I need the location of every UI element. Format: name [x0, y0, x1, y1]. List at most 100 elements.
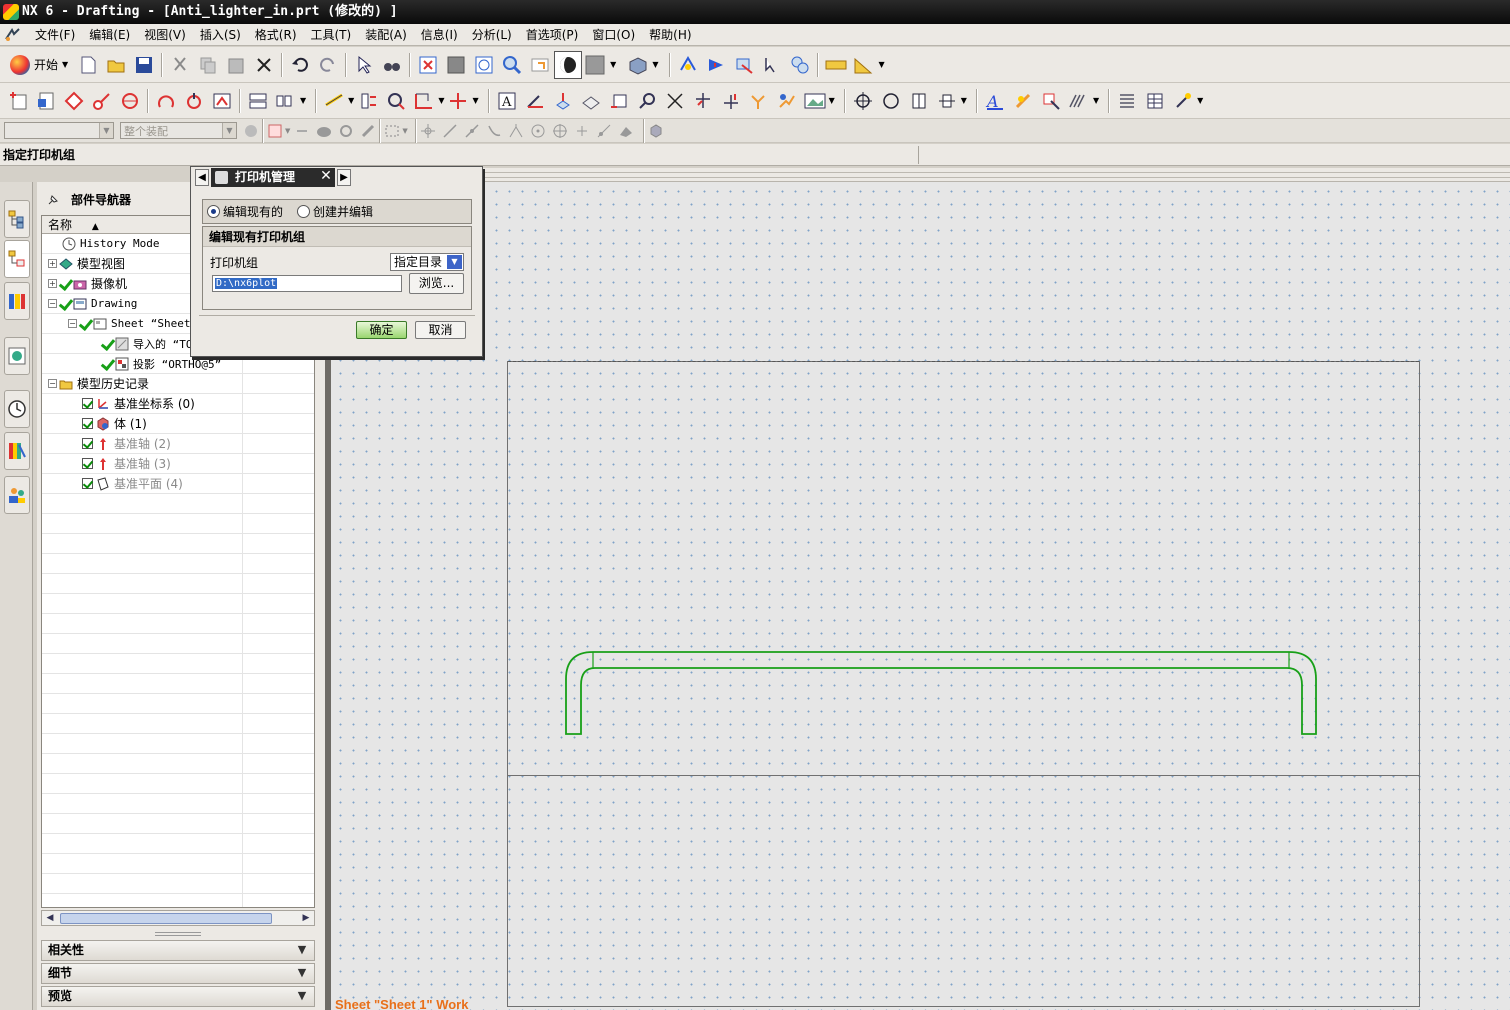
- cancel-button[interactable]: 取消: [415, 321, 466, 339]
- menu-help[interactable]: 帮助(H): [642, 25, 698, 45]
- projected-view-button[interactable]: [116, 87, 144, 115]
- copy-button[interactable]: [194, 51, 222, 79]
- tree-row-datum-axis-2[interactable]: 基准轴 (2): [42, 434, 314, 454]
- zoom-in-button[interactable]: [498, 51, 526, 79]
- update-views-button[interactable]: [244, 87, 272, 115]
- fit-button[interactable]: [414, 51, 442, 79]
- new-button[interactable]: [74, 51, 102, 79]
- undo-button[interactable]: [286, 51, 314, 79]
- printer-path-input[interactable]: D:\nx6plot: [212, 275, 402, 292]
- snap-arc-center-icon[interactable]: [530, 123, 546, 139]
- snap-intersection-icon[interactable]: [508, 123, 524, 139]
- scrollbar-thumb[interactable]: [60, 913, 272, 924]
- menu-analysis[interactable]: 分析(L): [465, 25, 519, 45]
- tool-select-icon[interactable]: [360, 123, 376, 139]
- base-view-button[interactable]: [88, 87, 116, 115]
- close-icon[interactable]: ✕: [317, 169, 335, 185]
- snap-quadrant-icon[interactable]: [552, 123, 568, 139]
- shaded-button[interactable]: [554, 50, 583, 79]
- move-view-button[interactable]: [933, 87, 961, 115]
- selection-tool-4-button[interactable]: [758, 51, 786, 79]
- save-button[interactable]: [130, 51, 158, 79]
- selection-tool-3-button[interactable]: [730, 51, 758, 79]
- render-style-button[interactable]: [378, 51, 406, 79]
- radius-dim-button[interactable]: [382, 87, 410, 115]
- details-section[interactable]: 细节 ▼: [41, 963, 315, 984]
- type-filter-combo[interactable]: ▼: [4, 122, 114, 139]
- menu-preferences[interactable]: 首选项(P): [519, 25, 586, 45]
- display-sheet-button[interactable]: [60, 87, 88, 115]
- chevron-right-icon[interactable]: ▶: [337, 169, 351, 186]
- paste-button[interactable]: [222, 51, 250, 79]
- snap-line-icon[interactable]: [442, 123, 458, 139]
- collapse-minus-icon[interactable]: −: [48, 299, 57, 308]
- chevron-down-icon[interactable]: ▼: [652, 60, 658, 69]
- preview-section[interactable]: 预览 ▼: [41, 986, 315, 1007]
- visibility-checkbox[interactable]: [82, 478, 93, 489]
- open-sheet-button[interactable]: [32, 87, 60, 115]
- menu-assemblies[interactable]: 装配(A): [358, 25, 414, 45]
- menu-format[interactable]: 格式(R): [248, 25, 304, 45]
- chevron-down-icon[interactable]: ▼: [402, 127, 407, 135]
- tree-row-datum-plane[interactable]: 基准平面 (4): [42, 474, 314, 494]
- measure-button[interactable]: [822, 51, 850, 79]
- create-and-edit-radio[interactable]: 创建并编辑: [297, 203, 373, 220]
- nx-menu-icon[interactable]: [4, 27, 22, 43]
- background-button[interactable]: [582, 51, 610, 79]
- text-style-button[interactable]: A: [981, 87, 1009, 115]
- wizard-button[interactable]: [1169, 87, 1197, 115]
- offset-center-button[interactable]: [717, 87, 745, 115]
- view-style-button[interactable]: [272, 87, 300, 115]
- gear-select-icon[interactable]: [338, 123, 354, 139]
- tabular-note-button[interactable]: [1141, 87, 1169, 115]
- visibility-checkbox[interactable]: [82, 438, 93, 449]
- selection-tool-2-button[interactable]: [702, 51, 730, 79]
- panel-splitter-handle[interactable]: [155, 932, 201, 936]
- snap-on-curve-icon[interactable]: [596, 123, 612, 139]
- chevron-down-icon[interactable]: ▼: [472, 96, 478, 105]
- selection-tool-5-button[interactable]: [786, 51, 814, 79]
- menu-insert[interactable]: 插入(S): [193, 25, 248, 45]
- chevron-down-icon[interactable]: ▼: [610, 60, 616, 69]
- hatch-edit-button[interactable]: [1065, 87, 1093, 115]
- snap-endpoint-icon[interactable]: [420, 123, 436, 139]
- dependencies-section[interactable]: 相关性 ▼: [41, 940, 315, 961]
- tree-row-body[interactable]: 体 (1): [42, 414, 314, 434]
- edit-style-button[interactable]: [1009, 87, 1037, 115]
- chevron-down-icon[interactable]: ▼: [300, 96, 306, 105]
- selection-tool-1-button[interactable]: [674, 51, 702, 79]
- visibility-checkbox[interactable]: [82, 398, 93, 409]
- visibility-checkbox[interactable]: [82, 418, 93, 429]
- palette-tab[interactable]: [4, 432, 30, 470]
- solid-body-icon[interactable]: [316, 123, 332, 139]
- select-button[interactable]: [350, 51, 378, 79]
- parts-list-button[interactable]: [1113, 87, 1141, 115]
- collapse-minus-icon[interactable]: −: [48, 379, 57, 388]
- start-button[interactable]: 开始 ▼: [4, 51, 74, 79]
- orient-view-button[interactable]: [624, 51, 652, 79]
- tree-row-datum-axis-3[interactable]: 基准轴 (3): [42, 454, 314, 474]
- web-browser-tab[interactable]: [4, 337, 30, 375]
- menu-tools[interactable]: 工具(T): [304, 25, 359, 45]
- tree-row-datum-csys[interactable]: 基准坐标系 (0): [42, 394, 314, 414]
- area-fill-button[interactable]: [773, 87, 801, 115]
- edit-annotation-button[interactable]: [1037, 87, 1065, 115]
- redo-button[interactable]: [314, 51, 342, 79]
- intersection-button[interactable]: [661, 87, 689, 115]
- snap-control-icon[interactable]: [486, 123, 502, 139]
- measure-angle-button[interactable]: [850, 51, 878, 79]
- scroll-left-icon[interactable]: ◀: [43, 911, 57, 925]
- dimension-button[interactable]: [320, 87, 348, 115]
- scroll-right-icon[interactable]: ▶: [299, 911, 313, 925]
- snap-bounded-icon[interactable]: [648, 123, 664, 139]
- centerline-button[interactable]: [444, 87, 472, 115]
- menu-edit[interactable]: 编辑(E): [82, 25, 137, 45]
- surface-finish-button[interactable]: [605, 87, 633, 115]
- history-tab[interactable]: [4, 390, 30, 428]
- browse-button[interactable]: 浏览...: [409, 273, 464, 294]
- new-sheet-button[interactable]: [4, 87, 32, 115]
- chevron-down-icon[interactable]: ▼: [961, 96, 967, 105]
- snap-point-icon[interactable]: [574, 123, 590, 139]
- menu-view[interactable]: 视图(V): [137, 25, 193, 45]
- crosshatch-button[interactable]: [745, 87, 773, 115]
